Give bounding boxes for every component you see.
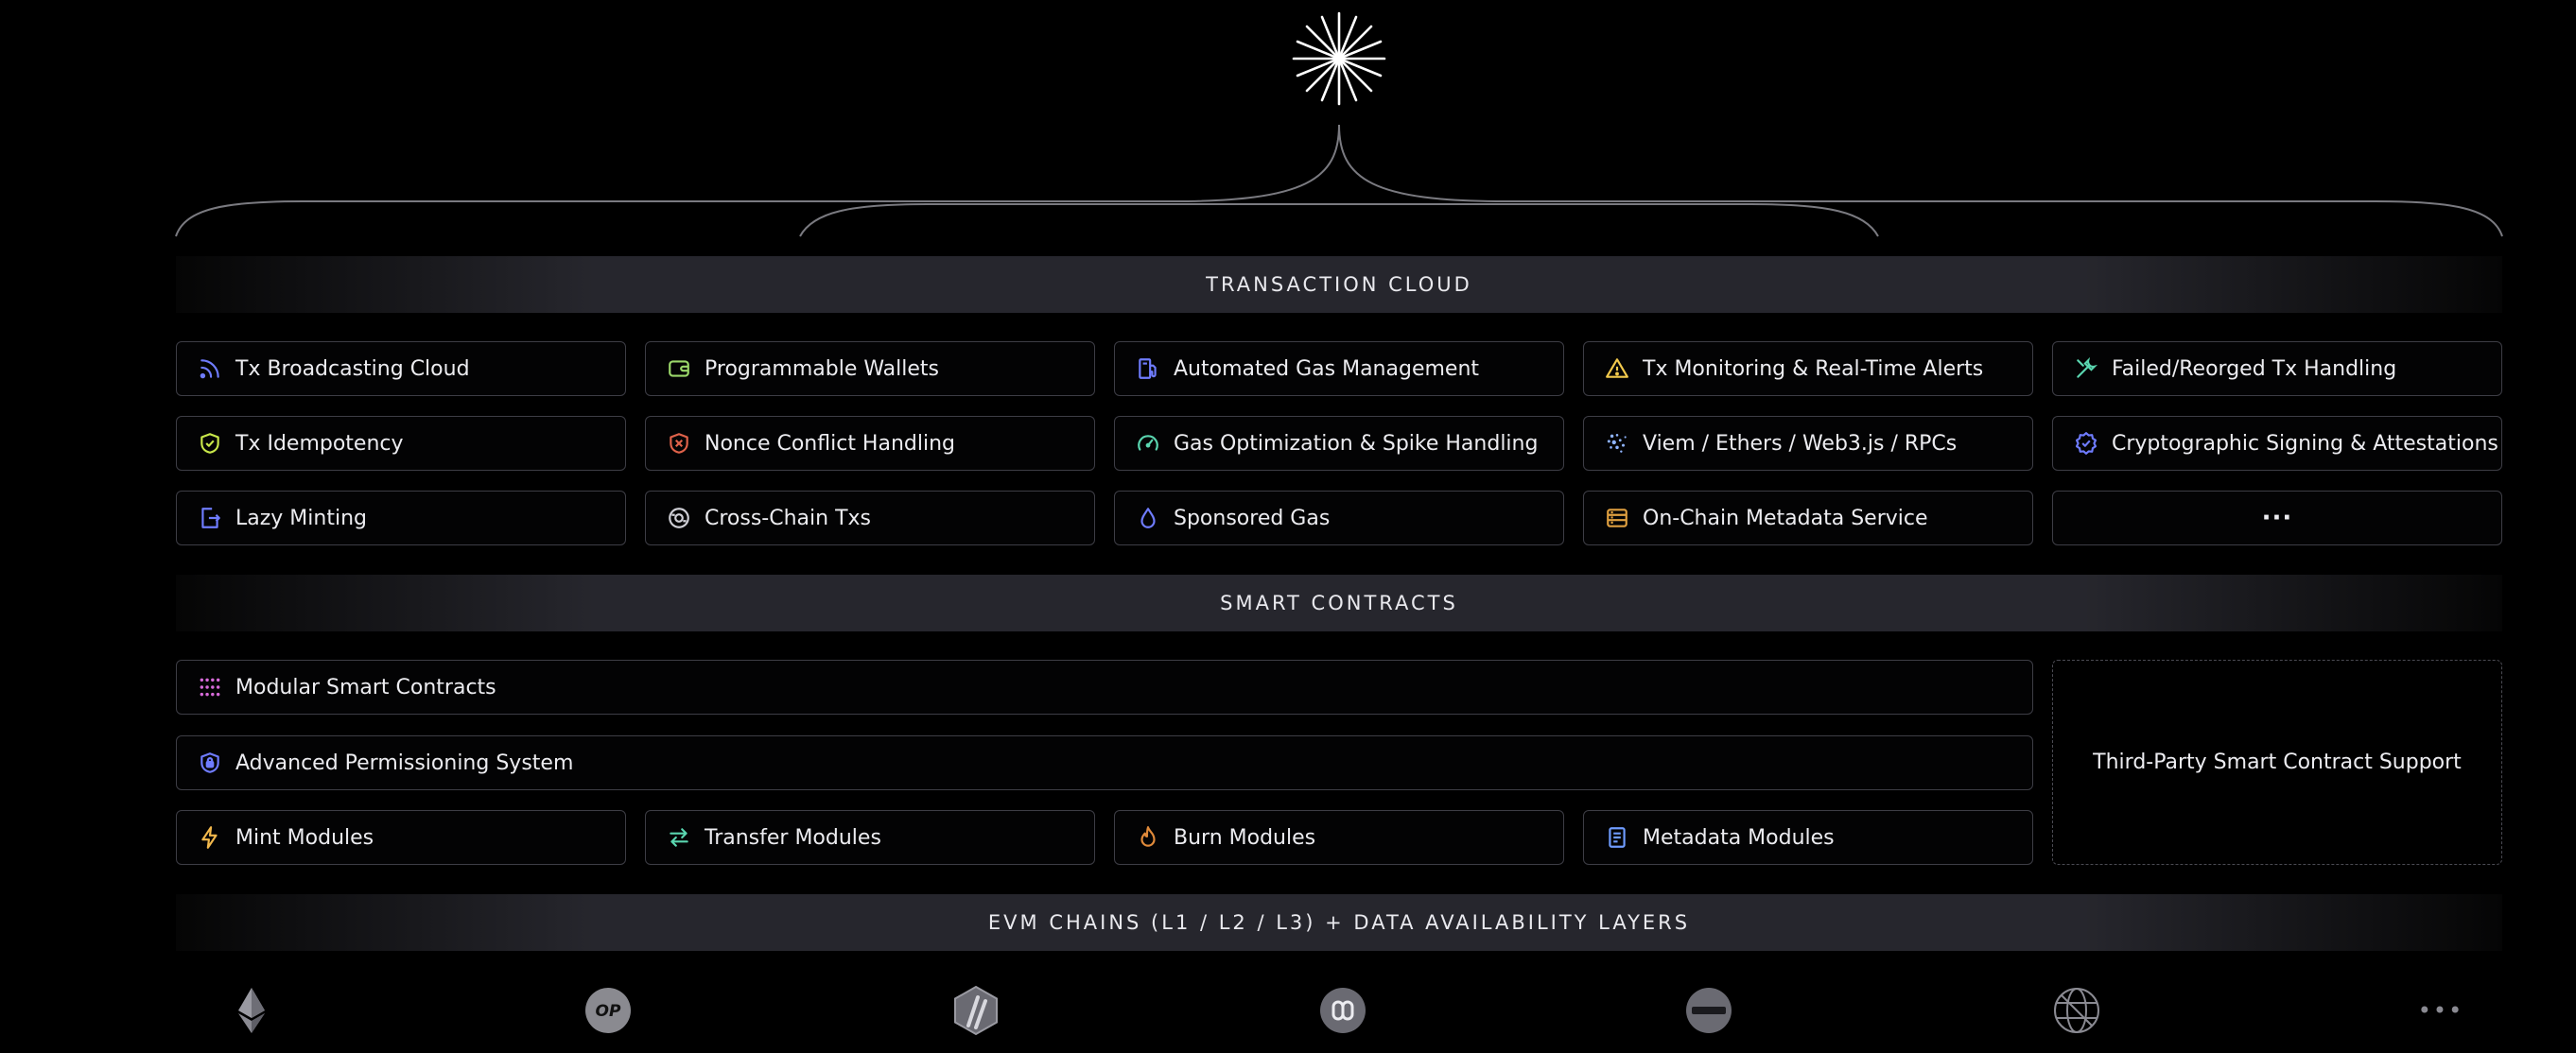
sponsored-gas-card[interactable]: Sponsored Gas [1114,491,1564,545]
document-icon [1605,825,1629,850]
minus-chain-icon[interactable] [1680,982,1737,1039]
badge-check-icon [2074,431,2098,456]
broadcast-icon [198,356,222,381]
cross-chain-txs-card[interactable]: Cross-Chain Txs [645,491,1095,545]
card-label: Modular Smart Contracts [235,675,496,699]
lazy-mint-icon [198,506,222,530]
card-label: Sponsored Gas [1174,506,1331,530]
card-label: Programmable Wallets [705,356,940,381]
cross-chain-icon [667,506,691,530]
polygon-icon[interactable] [1314,982,1371,1039]
card-label: Tx Broadcasting Cloud [235,356,470,381]
viem-ethers-web3-card[interactable]: Viem / Ethers / Web3.js / RPCs [1583,416,2033,471]
card-label: Tx Monitoring & Real-Time Alerts [1643,356,1984,381]
transfer-arrows-icon [667,825,691,850]
more-dots-icon: ··· [2261,504,2293,532]
card-label: Cryptographic Signing & Attestations [2112,431,2498,456]
transfer-modules-card[interactable]: Transfer Modules [645,810,1095,865]
transaction-cloud-header: TRANSACTION CLOUD [176,256,2502,313]
card-label: Nonce Conflict Handling [705,431,955,456]
tx-idempotency-card[interactable]: Tx Idempotency [176,416,626,471]
architecture-diagram: TRANSACTION CLOUD Tx Broadcasting Cloud … [0,0,2576,1053]
card-label: Tx Idempotency [235,431,404,456]
globe-chain-icon[interactable] [2048,982,2105,1039]
shield-check-icon [198,431,222,456]
nonce-conflict-handling-card[interactable]: Nonce Conflict Handling [645,416,1095,471]
card-label: Lazy Minting [235,506,367,530]
smart-contracts-header: SMART CONTRACTS [176,575,2502,631]
wallet-icon [667,356,691,381]
card-label: Advanced Permissioning System [235,751,574,775]
on-chain-metadata-card[interactable]: On-Chain Metadata Service [1583,491,2033,545]
card-label: Metadata Modules [1643,825,1835,850]
card-label: Failed/Reorged Tx Handling [2112,356,2397,381]
card-label: Mint Modules [235,825,374,850]
droplet-icon [1136,506,1160,530]
modular-smart-contracts-card[interactable]: Modular Smart Contracts [176,660,2033,715]
grid-dots-icon [198,675,222,699]
card-label: Cross-Chain Txs [705,506,871,530]
card-label: Gas Optimization & Spike Handling [1174,431,1539,456]
advanced-permissioning-card[interactable]: Advanced Permissioning System [176,735,2033,790]
gas-pump-icon [1136,356,1160,381]
gas-optimization-card[interactable]: Gas Optimization & Spike Handling [1114,416,1564,471]
third-party-contract-support-card[interactable]: Third-Party Smart Contract Support [2052,660,2502,865]
starburst-icon [1292,11,1386,106]
flame-icon [1136,825,1160,850]
more-card[interactable]: ··· [2052,491,2502,545]
card-label: Viem / Ethers / Web3.js / RPCs [1643,431,1958,456]
optimism-logo-text: OP [596,1002,621,1021]
burn-modules-card[interactable]: Burn Modules [1114,810,1564,865]
more-dots-icon: ••• [2417,997,2464,1024]
wrench-icon [2074,356,2098,381]
card-label: Third-Party Smart Contract Support [2093,751,2462,774]
programmable-wallets-card[interactable]: Programmable Wallets [645,341,1095,396]
card-label: Burn Modules [1174,825,1316,850]
metadata-modules-card[interactable]: Metadata Modules [1583,810,2033,865]
evm-chains-header: EVM CHAINS (L1 / L2 / L3) + DATA AVAILAB… [176,894,2502,951]
mint-modules-card[interactable]: Mint Modules [176,810,626,865]
sparkle-icon [1605,431,1629,456]
server-icon [1605,506,1629,530]
brace-connector [175,124,2503,237]
lock-shield-icon [198,751,222,775]
optimism-icon[interactable]: OP [580,982,636,1039]
more-chains-icon[interactable]: ••• [2412,982,2469,1039]
ethereum-icon[interactable] [223,982,280,1039]
lazy-minting-card[interactable]: Lazy Minting [176,491,626,545]
tx-broadcasting-cloud-card[interactable]: Tx Broadcasting Cloud [176,341,626,396]
automated-gas-management-card[interactable]: Automated Gas Management [1114,341,1564,396]
card-label: On-Chain Metadata Service [1643,506,1928,530]
shield-x-icon [667,431,691,456]
gauge-icon [1136,431,1160,456]
tx-monitoring-card[interactable]: Tx Monitoring & Real-Time Alerts [1583,341,2033,396]
arbitrum-icon[interactable] [948,982,1004,1039]
alert-triangle-icon [1605,356,1629,381]
failed-reorged-tx-card[interactable]: Failed/Reorged Tx Handling [2052,341,2502,396]
cryptographic-signing-card[interactable]: Cryptographic Signing & Attestations [2052,416,2502,471]
lightning-icon [198,825,222,850]
card-label: Transfer Modules [705,825,881,850]
card-label: Automated Gas Management [1174,356,1480,381]
